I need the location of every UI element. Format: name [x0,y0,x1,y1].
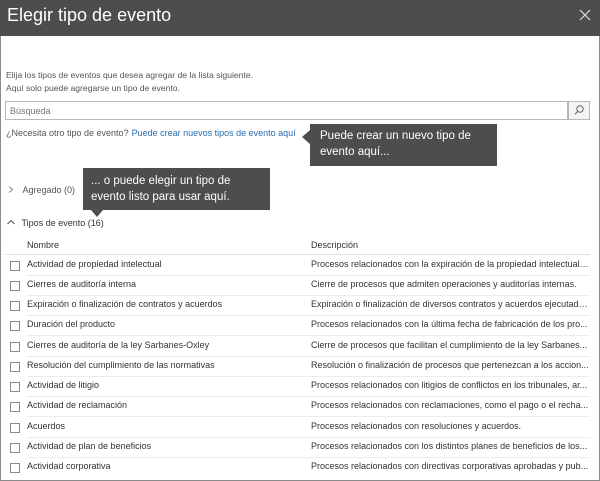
column-header-name[interactable]: Nombre [27,240,59,250]
callout-create: Puede crear un nuevo tipo de evento aquí… [310,124,497,166]
row-description: Procesos relacionados con litigios de co… [311,380,588,390]
row-description: Procesos relacionados con la última fech… [311,319,588,329]
row-divider [27,416,590,417]
row-description: Expiración o finalización de diversos co… [311,299,589,309]
row-name: Expiración o finalización de contratos y… [27,299,223,309]
row-name: Resolución del cumplimiento de las norma… [27,360,215,370]
table-row[interactable]: Cierres de auditoría interna Cierre de p… [0,276,600,296]
row-divider [27,335,590,336]
table-row[interactable]: Actividad de plan de beneficios Procesos… [0,438,600,458]
table-row[interactable]: Actividad de reclamación Procesos relaci… [0,397,600,417]
row-description: Procesos relacionados con la expiración … [311,259,589,269]
callout-create-pointer [302,130,310,144]
row-checkbox[interactable] [10,321,20,331]
group-added-toggle[interactable]: Agregado (0) [6,185,75,195]
row-name: Acuerdos [27,421,66,431]
row-name: Cierres de auditoría de la ley Sarbanes-… [27,340,210,350]
row-name: Actividad de litigio [27,380,100,390]
chevron-up-icon [7,219,15,225]
row-checkbox[interactable] [10,261,20,271]
column-header-description[interactable]: Descripción [311,240,358,250]
table-row[interactable]: Resolución del cumplimiento de las norma… [0,357,600,377]
intro-line-2: Aquí solo puede agregarse un tipo de eve… [6,83,180,93]
row-description: Cierre de procesos que facilitan el cump… [311,340,588,350]
search-icon [574,105,584,115]
row-checkbox[interactable] [10,382,20,392]
row-description: Procesos relacionados con los distintos … [311,441,588,451]
header-divider [5,254,590,255]
row-checkbox[interactable] [10,362,20,372]
row-checkbox[interactable] [10,423,20,433]
group-types-toggle[interactable]: Tipos de evento (16) [6,218,104,228]
row-name: Actividad de plan de beneficios [27,441,152,451]
search-button[interactable] [568,101,590,120]
row-description: Resolución o finalización de procesos qu… [311,360,589,370]
chevron-right-icon [8,186,14,193]
create-event-type-link[interactable]: Puede crear nuevos tipos de evento aquí [132,128,296,138]
group-types-label: Tipos de evento (16) [21,218,104,228]
row-checkbox[interactable] [10,463,20,473]
row-checkbox[interactable] [10,402,20,412]
dialog-title: Elegir tipo de evento [7,5,172,25]
table-row[interactable]: Acuerdos Procesos relacionados con resol… [0,418,600,438]
row-description: Procesos relacionados con directivas cor… [311,461,589,471]
table-row[interactable]: Duración del producto Procesos relaciona… [0,316,600,336]
row-checkbox[interactable] [10,281,20,291]
callout-choose-pointer [91,210,103,217]
row-description: Procesos relacionados con resoluciones y… [311,421,522,431]
table-row[interactable]: Expiración o finalización de contratos y… [0,296,600,316]
table-row[interactable]: Actividad corporativa Procesos relaciona… [0,458,600,478]
table-row[interactable]: Cierres de auditoría de la ley Sarbanes-… [0,337,600,357]
intro-text: Elija los tipos de eventos que desea agr… [6,69,253,95]
search-input[interactable] [5,101,568,120]
intro-line-1: Elija los tipos de eventos que desea agr… [6,70,253,80]
row-name: Actividad corporativa [27,461,111,471]
close-icon[interactable] [578,8,592,22]
callout-choose: ... o puede elegir un tipo de evento lis… [83,168,270,210]
row-checkbox[interactable] [10,342,20,352]
row-checkbox[interactable] [10,443,20,453]
need-other-type: ¿Necesita otro tipo de evento? Puede crea… [6,128,296,138]
need-other-text: ¿Necesita otro tipo de evento? [6,128,129,138]
table-row[interactable]: Actividad de litigio Procesos relacionad… [0,377,600,397]
row-description: Cierre de procesos que admiten operacion… [311,279,577,289]
group-added-label: Agregado (0) [22,185,76,195]
row-checkbox[interactable] [10,301,20,311]
row-name: Actividad de reclamación [27,400,128,410]
table-row[interactable]: Actividad de propiedad intelectual Proce… [0,256,600,276]
row-name: Duración del producto [27,319,116,329]
row-name: Actividad de propiedad intelectual [27,259,162,269]
row-description: Procesos relacionados con reclamaciones,… [311,400,589,410]
row-name: Cierres de auditoría interna [27,279,137,289]
dialog-header: Elegir tipo de evento [0,0,600,36]
